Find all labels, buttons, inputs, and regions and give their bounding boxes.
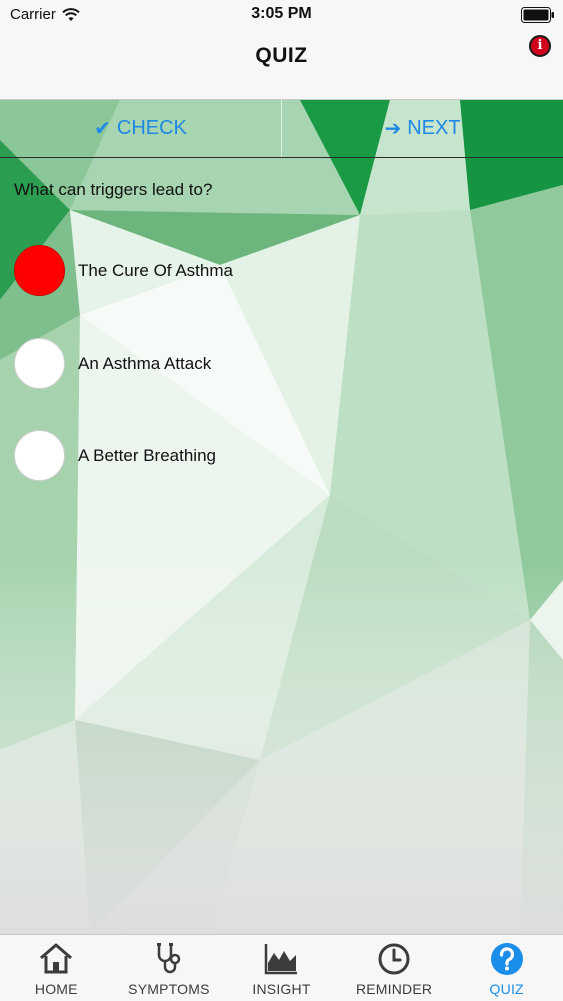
quiz-content: ✔ CHECK ➔ NEXT What can triggers lead to… [0, 100, 563, 934]
tab-insight[interactable]: INSIGHT [225, 935, 338, 1001]
home-icon [40, 943, 73, 974]
answer-option-3[interactable]: A Better Breathing [14, 430, 216, 481]
answer-option-1[interactable]: The Cure Of Asthma [14, 245, 233, 296]
status-time: 3:05 PM [251, 5, 312, 22]
tab-label: HOME [34, 981, 78, 997]
polygon-background [0, 100, 563, 934]
answer-option-2[interactable]: An Asthma Attack [14, 338, 211, 389]
next-button[interactable]: ➔ NEXT [282, 100, 563, 157]
check-button-label: CHECK [116, 117, 187, 139]
question-icon [490, 943, 523, 975]
page-title: QUIZ [255, 44, 308, 67]
answer-label: An Asthma Attack [78, 353, 212, 373]
answer-radio[interactable] [14, 338, 65, 389]
tab-bar: HOME SYMPTOMS INSIGHT REMINDER QUIZ [0, 934, 563, 1001]
next-button-label: NEXT [407, 117, 461, 139]
tab-quiz[interactable]: QUIZ [450, 935, 563, 1001]
answer-radio[interactable] [14, 430, 65, 481]
action-bar: ✔ CHECK ➔ NEXT [0, 100, 563, 158]
tab-reminder[interactable]: REMINDER [338, 935, 451, 1001]
navigation-bar: QUIZ i [0, 30, 563, 100]
chart-icon [265, 944, 298, 975]
stethoscope-icon [156, 943, 181, 974]
answer-label: A Better Breathing [78, 445, 216, 465]
tab-label: INSIGHT [252, 981, 311, 997]
info-icon[interactable]: i [529, 35, 551, 57]
checkmark-icon: ✔ [94, 117, 111, 140]
tab-label: QUIZ [489, 981, 524, 997]
tab-label: REMINDER [355, 981, 433, 997]
status-bar: Carrier 3:05 PM [0, 0, 563, 30]
answer-radio-selected[interactable] [14, 245, 65, 296]
battery-icon [521, 7, 554, 23]
clock-icon [378, 943, 410, 975]
check-button[interactable]: ✔ CHECK [0, 100, 281, 157]
tab-symptoms[interactable]: SYMPTOMS [113, 935, 226, 1001]
arrow-right-icon: ➔ [384, 117, 402, 140]
tab-label: SYMPTOMS [128, 981, 210, 997]
quiz-question: What can triggers lead to? [14, 180, 213, 199]
tab-home[interactable]: HOME [0, 935, 113, 1001]
answer-label: The Cure Of Asthma [78, 260, 233, 280]
